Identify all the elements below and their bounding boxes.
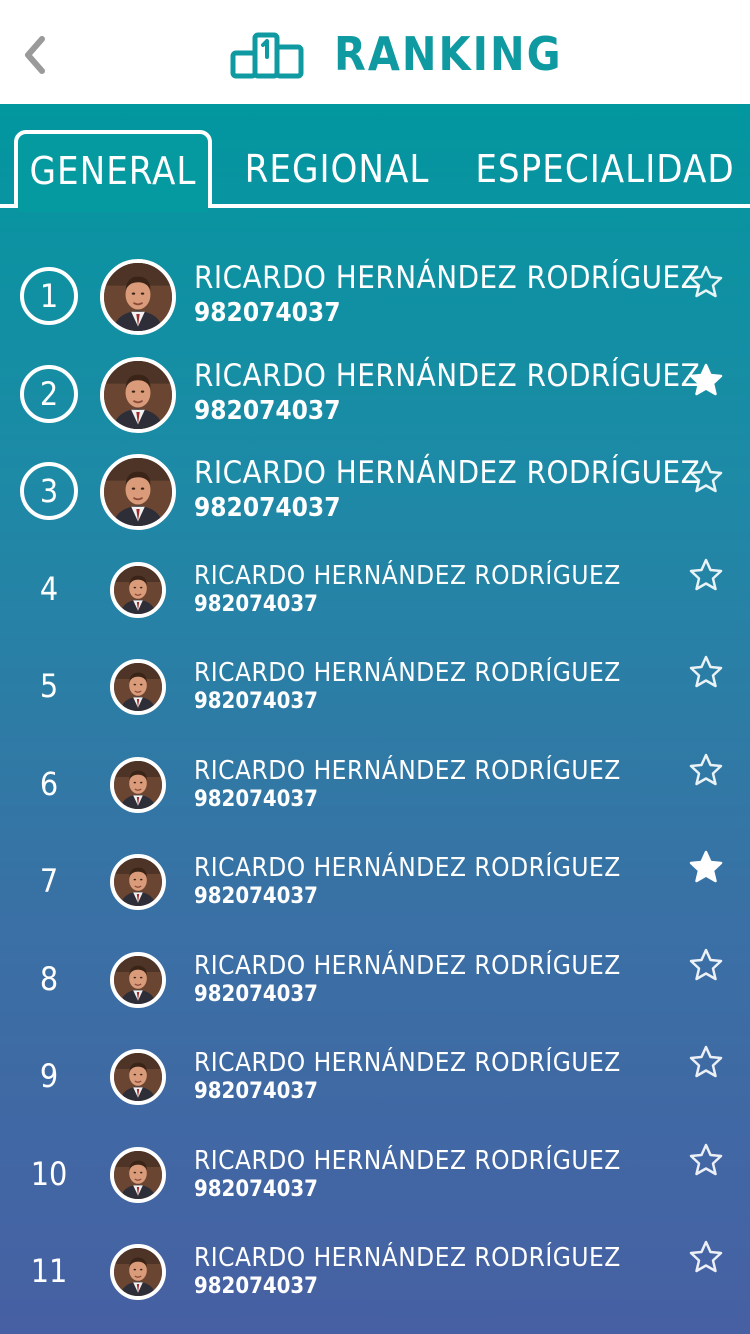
ranking-row[interactable]: 9 RICARDO HERNÁNDEZ RODRÍGUEZ 982074037: [0, 1032, 750, 1130]
user-name: RICARDO HERNÁNDEZ RODRÍGUEZ: [194, 357, 701, 394]
rank-number: 8: [39, 959, 59, 998]
user-phone: 982074037: [194, 395, 341, 426]
ranking-list: 1 RICARDO HERNÁNDEZ RODRÍGUEZ 982074037 2…: [0, 252, 750, 1325]
header: RANKING: [0, 0, 750, 104]
star-icon[interactable]: [688, 752, 724, 788]
avatar: [110, 951, 166, 1008]
user-phone: 982074037: [194, 591, 318, 617]
ranking-row[interactable]: 1 RICARDO HERNÁNDEZ RODRÍGUEZ 982074037: [0, 252, 750, 350]
tab-regional[interactable]: REGIONAL: [230, 130, 444, 208]
ranking-row[interactable]: 10 RICARDO HERNÁNDEZ RODRÍGUEZ 982074037: [0, 1130, 750, 1228]
rank-number: 7: [39, 862, 59, 900]
avatar: [100, 259, 176, 335]
ranking-row[interactable]: 4 RICARDO HERNÁNDEZ RODRÍGUEZ 982074037: [0, 545, 750, 643]
ranking-row[interactable]: 11 RICARDO HERNÁNDEZ RODRÍGUEZ 982074037: [0, 1227, 750, 1325]
star-icon[interactable]: [688, 459, 724, 495]
tab-label: GENERAL: [29, 149, 197, 193]
ranking-row[interactable]: 3 RICARDO HERNÁNDEZ RODRÍGUEZ 982074037: [0, 447, 750, 545]
tab-general[interactable]: GENERAL: [14, 130, 212, 212]
avatar: [110, 756, 166, 813]
user-phone: 982074037: [194, 884, 318, 909]
user-info: RICARDO HERNÁNDEZ RODRÍGUEZ 982074037: [194, 951, 621, 1007]
rank-number: 6: [39, 764, 59, 803]
ranking-row[interactable]: 6 RICARDO HERNÁNDEZ RODRÍGUEZ 982074037: [0, 740, 750, 838]
avatar: [110, 561, 166, 618]
podium-icon: [230, 32, 304, 79]
rank-number: 10: [30, 1154, 68, 1193]
ranking-row[interactable]: 2 RICARDO HERNÁNDEZ RODRÍGUEZ 982074037: [0, 350, 750, 448]
avatar: [110, 1146, 166, 1203]
rank-number: 1: [20, 267, 78, 325]
back-button[interactable]: [14, 30, 54, 80]
user-phone: 982074037: [194, 298, 341, 328]
title-area: RANKING: [230, 24, 563, 84]
avatar: [110, 1244, 166, 1300]
user-phone: 982074037: [194, 1274, 318, 1299]
rank-number: 11: [30, 1252, 68, 1290]
chevron-left-icon: [25, 36, 45, 74]
avatar: [100, 454, 176, 530]
avatar: [110, 1049, 166, 1105]
user-name: RICARDO HERNÁNDEZ RODRÍGUEZ: [194, 560, 621, 591]
avatar: [100, 356, 176, 433]
user-phone: 982074037: [194, 1176, 318, 1202]
page-title: RANKING: [334, 27, 563, 81]
user-name: RICARDO HERNÁNDEZ RODRÍGUEZ: [194, 455, 701, 491]
rank-number: 5: [39, 667, 59, 705]
rank-number: 3: [20, 462, 78, 520]
user-info: RICARDO HERNÁNDEZ RODRÍGUEZ 982074037: [194, 756, 621, 812]
tab-label: ESPECIALIDAD: [475, 147, 735, 191]
user-phone: 982074037: [194, 1079, 318, 1104]
star-icon[interactable]: [688, 654, 724, 690]
rank-number: 4: [39, 569, 59, 608]
user-name: RICARDO HERNÁNDEZ RODRÍGUEZ: [194, 1243, 621, 1273]
user-info: RICARDO HERNÁNDEZ RODRÍGUEZ 982074037: [194, 1048, 621, 1104]
user-info: RICARDO HERNÁNDEZ RODRÍGUEZ 982074037: [194, 853, 621, 909]
user-name: RICARDO HERNÁNDEZ RODRÍGUEZ: [194, 755, 621, 786]
ranking-row[interactable]: 5 RICARDO HERNÁNDEZ RODRÍGUEZ 982074037: [0, 642, 750, 740]
avatar: [110, 854, 166, 910]
rank-number: 9: [39, 1057, 59, 1095]
star-icon[interactable]: [688, 264, 724, 300]
ranking-row[interactable]: 8 RICARDO HERNÁNDEZ RODRÍGUEZ 982074037: [0, 935, 750, 1033]
user-name: RICARDO HERNÁNDEZ RODRÍGUEZ: [194, 658, 621, 688]
avatar: [110, 659, 166, 715]
user-phone: 982074037: [194, 981, 318, 1007]
ranking-content: GENERAL REGIONAL ESPECIALIDAD 1 RICARDO …: [0, 104, 750, 1334]
user-name: RICARDO HERNÁNDEZ RODRÍGUEZ: [194, 1145, 621, 1176]
ranking-row[interactable]: 7 RICARDO HERNÁNDEZ RODRÍGUEZ 982074037: [0, 837, 750, 935]
user-info: RICARDO HERNÁNDEZ RODRÍGUEZ 982074037: [194, 455, 700, 523]
tab-label: REGIONAL: [244, 147, 430, 191]
star-icon[interactable]: [688, 1239, 724, 1275]
user-info: RICARDO HERNÁNDEZ RODRÍGUEZ 982074037: [194, 1146, 621, 1202]
user-info: RICARDO HERNÁNDEZ RODRÍGUEZ 982074037: [194, 658, 621, 714]
star-icon[interactable]: [688, 557, 724, 593]
user-name: RICARDO HERNÁNDEZ RODRÍGUEZ: [194, 1048, 621, 1078]
star-icon[interactable]: [688, 1044, 724, 1080]
star-filled-icon[interactable]: [688, 362, 724, 398]
user-info: RICARDO HERNÁNDEZ RODRÍGUEZ 982074037: [194, 561, 621, 617]
user-phone: 982074037: [194, 786, 318, 812]
tab-especialidad[interactable]: ESPECIALIDAD: [470, 130, 740, 208]
user-info: RICARDO HERNÁNDEZ RODRÍGUEZ 982074037: [194, 260, 700, 328]
user-info: RICARDO HERNÁNDEZ RODRÍGUEZ 982074037: [194, 358, 700, 426]
user-phone: 982074037: [194, 493, 341, 523]
star-icon[interactable]: [688, 1142, 724, 1178]
rank-number: 2: [20, 364, 78, 423]
user-phone: 982074037: [194, 689, 318, 714]
user-name: RICARDO HERNÁNDEZ RODRÍGUEZ: [194, 260, 701, 296]
star-icon[interactable]: [688, 947, 724, 983]
tab-bar: GENERAL REGIONAL ESPECIALIDAD: [0, 104, 750, 212]
star-filled-icon[interactable]: [688, 849, 724, 885]
user-name: RICARDO HERNÁNDEZ RODRÍGUEZ: [194, 950, 621, 981]
user-name: RICARDO HERNÁNDEZ RODRÍGUEZ: [194, 853, 621, 883]
user-info: RICARDO HERNÁNDEZ RODRÍGUEZ 982074037: [194, 1243, 621, 1299]
